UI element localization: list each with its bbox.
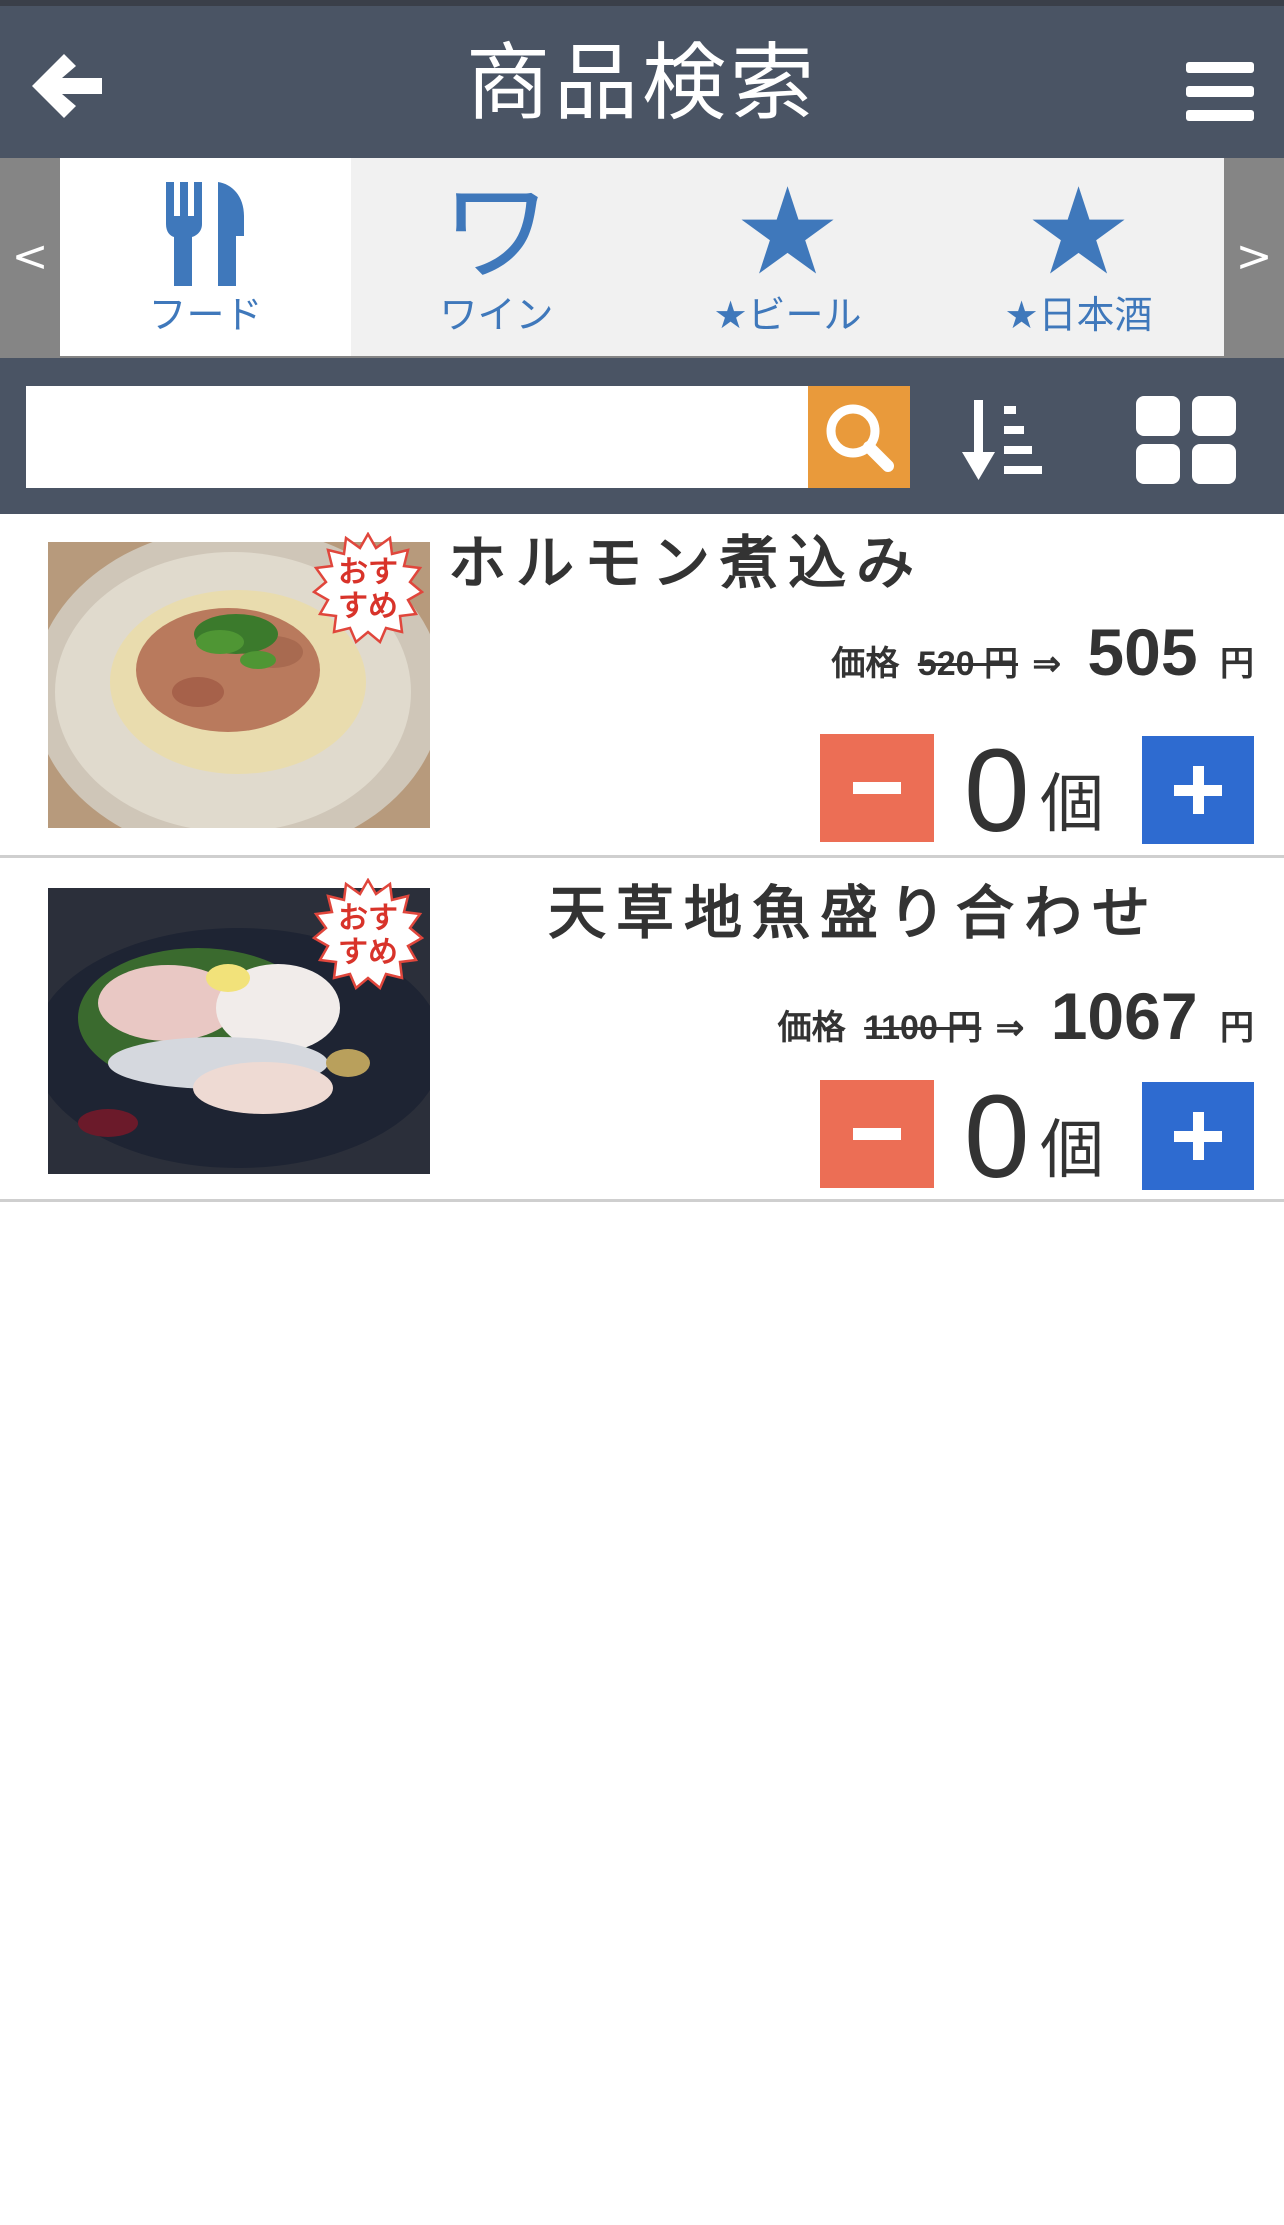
- search-icon: [826, 404, 894, 472]
- product-name: 天草地魚盛り合わせ: [548, 879, 1161, 947]
- price-label: 価格: [777, 1009, 846, 1047]
- hamburger-menu-icon: [1186, 62, 1254, 73]
- grid-view-icon: [1136, 396, 1180, 436]
- decrease-quantity-button[interactable]: [820, 734, 934, 842]
- sale-price: 1067: [1050, 979, 1198, 1053]
- category-tabs: フード ワ ワイン ★ ★ビール ★ ★日本酒: [60, 158, 1224, 356]
- badge-text: おす: [338, 901, 398, 936]
- star-icon: ★: [1024, 163, 1133, 302]
- grid-view-button[interactable]: [1136, 396, 1236, 484]
- sale-price: 505: [1087, 615, 1198, 689]
- minus-icon: [853, 782, 901, 794]
- page-title: 商品検索: [465, 34, 818, 132]
- price-row: 価格 1100 円 ⇒ 1067 円: [777, 978, 1254, 1053]
- product-name: ホルモン煮込み: [448, 529, 925, 597]
- badge-text: すめ: [338, 589, 398, 624]
- price-arrow: ⇒: [995, 1009, 1025, 1047]
- tab-beer-label: ★ビール: [713, 293, 862, 337]
- wine-katakana-icon: ワ: [441, 169, 552, 297]
- price-label: 価格: [831, 645, 900, 683]
- sort-button[interactable]: [962, 396, 1052, 486]
- quantity-unit: 個: [1040, 1114, 1104, 1188]
- category-prev-button[interactable]: <: [0, 158, 60, 356]
- price-arrow: ⇒: [1032, 645, 1061, 683]
- increase-quantity-button[interactable]: [1142, 736, 1254, 844]
- badge-text: すめ: [338, 935, 398, 970]
- star-icon: ★: [733, 163, 842, 302]
- increase-quantity-button[interactable]: [1142, 1082, 1254, 1190]
- quantity-value: 0: [964, 1071, 1030, 1203]
- recommended-badge: おすすめ: [312, 532, 424, 644]
- tab-wine-label: ワイン: [439, 293, 554, 337]
- hamburger-menu-button[interactable]: [1186, 62, 1254, 122]
- search-input[interactable]: [26, 386, 808, 488]
- category-bar: < フード ワ ワイン ★ ★ビール ★ ★日本酒 >: [0, 158, 1284, 358]
- list-item[interactable]: おす すめ ホルモン煮込み 価格 520 円 ⇒ 505 円 0 個: [0, 514, 1284, 858]
- header-bar: 商品検索: [0, 0, 1284, 158]
- tab-wine[interactable]: ワ ワイン: [351, 158, 642, 356]
- currency-label: 円: [1220, 645, 1254, 683]
- quantity-value: 0: [964, 725, 1030, 857]
- decrease-quantity-button[interactable]: [820, 1080, 934, 1188]
- sort-icon: [962, 400, 1042, 480]
- price-row: 価格 520 円 ⇒ 505 円: [831, 614, 1254, 689]
- list-item[interactable]: おす すめ 天草地魚盛り合わせ 価格 1100 円 ⇒ 1067 円 0 個: [0, 858, 1284, 1202]
- original-price: 520 円: [917, 645, 1019, 683]
- recommended-badge: おすすめ: [312, 878, 424, 990]
- badge-text: おす: [338, 555, 398, 590]
- minus-icon: [853, 1128, 901, 1140]
- currency-label: 円: [1220, 1009, 1254, 1047]
- tab-sake[interactable]: ★ ★日本酒: [933, 158, 1224, 356]
- original-price: 1100 円: [864, 1009, 982, 1047]
- fork-knife-icon: [60, 178, 351, 288]
- category-next-button[interactable]: >: [1224, 158, 1284, 356]
- tab-beer[interactable]: ★ ★ビール: [642, 158, 933, 356]
- search-button[interactable]: [808, 386, 910, 488]
- tab-food-label: フード: [148, 293, 263, 337]
- quantity-unit: 個: [1040, 768, 1104, 842]
- search-bar: [0, 358, 1284, 514]
- tab-food[interactable]: フード: [60, 158, 351, 356]
- tab-sake-label: ★日本酒: [1004, 293, 1153, 337]
